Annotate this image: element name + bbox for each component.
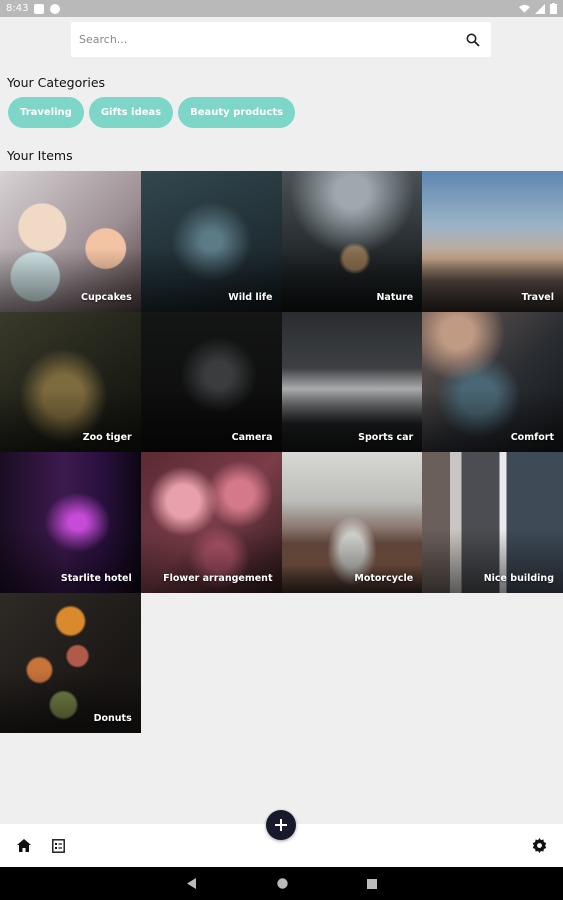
item-tile-wild-life[interactable]: Wild life: [140, 171, 282, 312]
item-tile-cupcakes[interactable]: Cupcakes: [0, 171, 141, 312]
item-tile-sports-car[interactable]: Sports car: [281, 311, 423, 452]
item-label: Motorcycle: [354, 572, 414, 584]
item-tile-donuts[interactable]: Donuts: [0, 592, 141, 733]
item-tile-flower-arrangement[interactable]: Flower arrangement: [140, 452, 282, 593]
wifi-icon: [519, 4, 530, 13]
categories-title: Your Categories: [7, 75, 106, 90]
search-icon[interactable]: [463, 30, 483, 50]
notes-button[interactable]: [40, 824, 76, 867]
item-tile-travel[interactable]: Travel: [422, 171, 563, 312]
home-button[interactable]: [6, 824, 42, 867]
status-bar: 8:43: [0, 0, 563, 17]
item-label: Flower arrangement: [163, 572, 273, 584]
system-nav-bar: [0, 867, 563, 900]
item-label: Donuts: [93, 713, 132, 724]
item-tile-motorcycle[interactable]: Motorcycle: [281, 452, 423, 593]
item-label: Starlite hotel: [60, 572, 132, 584]
item-tile-nature[interactable]: Nature: [281, 171, 423, 312]
items-title: Your Items: [7, 148, 73, 163]
item-tile-camera[interactable]: Camera: [140, 311, 282, 452]
item-label: Wild life: [228, 291, 273, 303]
nav-recents-button[interactable]: [357, 867, 387, 900]
signal-icon: [535, 3, 545, 14]
add-item-button[interactable]: [266, 810, 296, 840]
search-box[interactable]: [71, 22, 491, 57]
item-label: Travel: [521, 291, 554, 303]
item-label: Sports car: [358, 432, 414, 443]
home-icon: [17, 839, 31, 852]
item-label: Nature: [376, 291, 414, 303]
item-label: Nice building: [483, 572, 554, 584]
category-chip-beauty-products[interactable]: Beauty products: [178, 97, 296, 128]
category-chips: Traveling Gifts ideas Beauty products: [8, 97, 296, 128]
item-tile-zoo-tiger[interactable]: Zoo tiger: [0, 311, 141, 452]
recents-icon: [367, 878, 377, 889]
battery-icon: [550, 3, 557, 14]
settings-button[interactable]: [521, 824, 557, 867]
home-circle-icon: [276, 878, 288, 889]
item-label: Zoo tiger: [82, 432, 132, 443]
status-time: 8:43: [6, 3, 29, 14]
nav-back-button[interactable]: [177, 867, 207, 900]
nav-home-button[interactable]: [267, 867, 297, 900]
app-icon: [50, 3, 61, 14]
notes-icon: [51, 838, 65, 853]
item-tile-comfort[interactable]: Comfort: [422, 311, 563, 452]
back-icon: [187, 878, 196, 889]
category-chip-gifts-ideas[interactable]: Gifts ideas: [88, 97, 174, 128]
settings-icon: [532, 838, 546, 853]
items-grid: Cupcakes Wild life Nature Travel Zoo tig…: [0, 171, 563, 733]
plus-icon: [275, 819, 287, 831]
item-label: Comfort: [510, 432, 554, 443]
category-chip-traveling[interactable]: Traveling: [8, 97, 84, 128]
item-tile-nice-building[interactable]: Nice building: [422, 452, 563, 593]
item-label: Camera: [231, 432, 273, 443]
item-tile-starlite-hotel[interactable]: Starlite hotel: [0, 452, 141, 593]
message-icon: [34, 3, 45, 14]
item-label: Cupcakes: [81, 291, 132, 303]
search-input[interactable]: [79, 33, 463, 46]
